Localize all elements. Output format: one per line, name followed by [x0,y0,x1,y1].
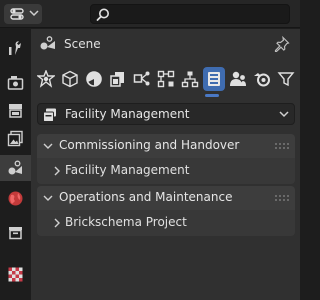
texture-icon [8,267,23,282]
view-layer-icon [7,130,23,147]
search-input[interactable] [115,6,285,22]
properties-editor-icon [10,8,24,20]
facility-icon [43,108,56,122]
panel-header-commissioning[interactable]: Commissioning and Handover [37,134,295,158]
ptab-blender[interactable] [251,67,273,91]
dropdown-label: Facility Management [65,107,190,121]
chevron-down-icon [29,10,39,17]
pin-icon[interactable] [274,36,290,52]
panel-title: Commissioning and Handover [59,138,240,152]
collection-icon [9,227,22,240]
ptab-object[interactable] [59,67,81,91]
ptab-users[interactable] [227,67,249,91]
scene-icon [40,36,55,50]
tab-scene[interactable] [0,155,31,181]
tool-icon [9,41,21,55]
chevron-right-icon [54,166,60,176]
world-icon [8,191,23,206]
context-label: Scene [64,37,101,51]
share-icon [133,71,150,86]
active-tab-indicator [205,94,219,97]
tab-render[interactable] [0,69,31,95]
ptab-scene[interactable] [35,67,57,91]
chevron-right-icon [54,218,60,228]
blender-icon [254,73,270,87]
scene-icon [37,70,55,88]
ptab-facility[interactable] [203,67,225,91]
drag-handle-icon[interactable] [275,142,289,150]
tab-world[interactable] [0,185,31,211]
context-row: Scene [31,29,300,59]
properties-tab-strip [0,29,31,300]
collection-copy-icon [110,72,124,87]
tab-view-layer[interactable] [0,125,31,151]
ptab-share[interactable] [131,67,153,91]
search-icon [96,8,109,21]
chevron-down-icon [43,195,53,201]
panel-header-operations[interactable]: Operations and Maintenance [37,186,295,210]
node-link-icon [157,70,175,88]
tab-tool[interactable] [0,35,31,61]
subpanel-label: Brickschema Project [65,215,187,229]
users-icon [230,71,246,86]
render-icon [7,76,24,90]
editor-type-button[interactable] [4,4,42,24]
header-bar [0,0,300,28]
tab-texture[interactable] [0,261,31,287]
facility-type-dropdown[interactable]: Facility Management [37,103,295,125]
ptab-filter[interactable] [275,67,297,91]
ptab-node-tree[interactable] [179,67,201,91]
panel-body-commissioning: Facility Management [37,158,295,184]
output-icon [9,104,22,118]
ptab-node-link[interactable] [155,67,177,91]
filter-icon [277,72,295,87]
panel-title: Operations and Maintenance [59,190,233,204]
panel-body-operations: Brickschema Project [37,210,295,236]
chevron-down-icon [279,111,289,118]
properties-main: Scene Facility Management Commissioning … [31,29,300,300]
search-field[interactable] [90,4,290,24]
ptab-material[interactable] [83,67,105,91]
property-tabs [35,67,297,97]
tab-output[interactable] [0,97,31,123]
drag-handle-icon[interactable] [275,194,289,202]
chevron-down-icon [43,143,53,149]
ptab-collection-copy[interactable] [107,67,129,91]
facility-icon [208,72,220,86]
tab-collection[interactable] [0,219,31,245]
subpanel-label: Facility Management [65,163,190,177]
scene-icon [8,160,22,175]
object-icon [62,70,78,88]
node-tree-icon [181,71,199,88]
material-shading-icon [86,71,102,87]
